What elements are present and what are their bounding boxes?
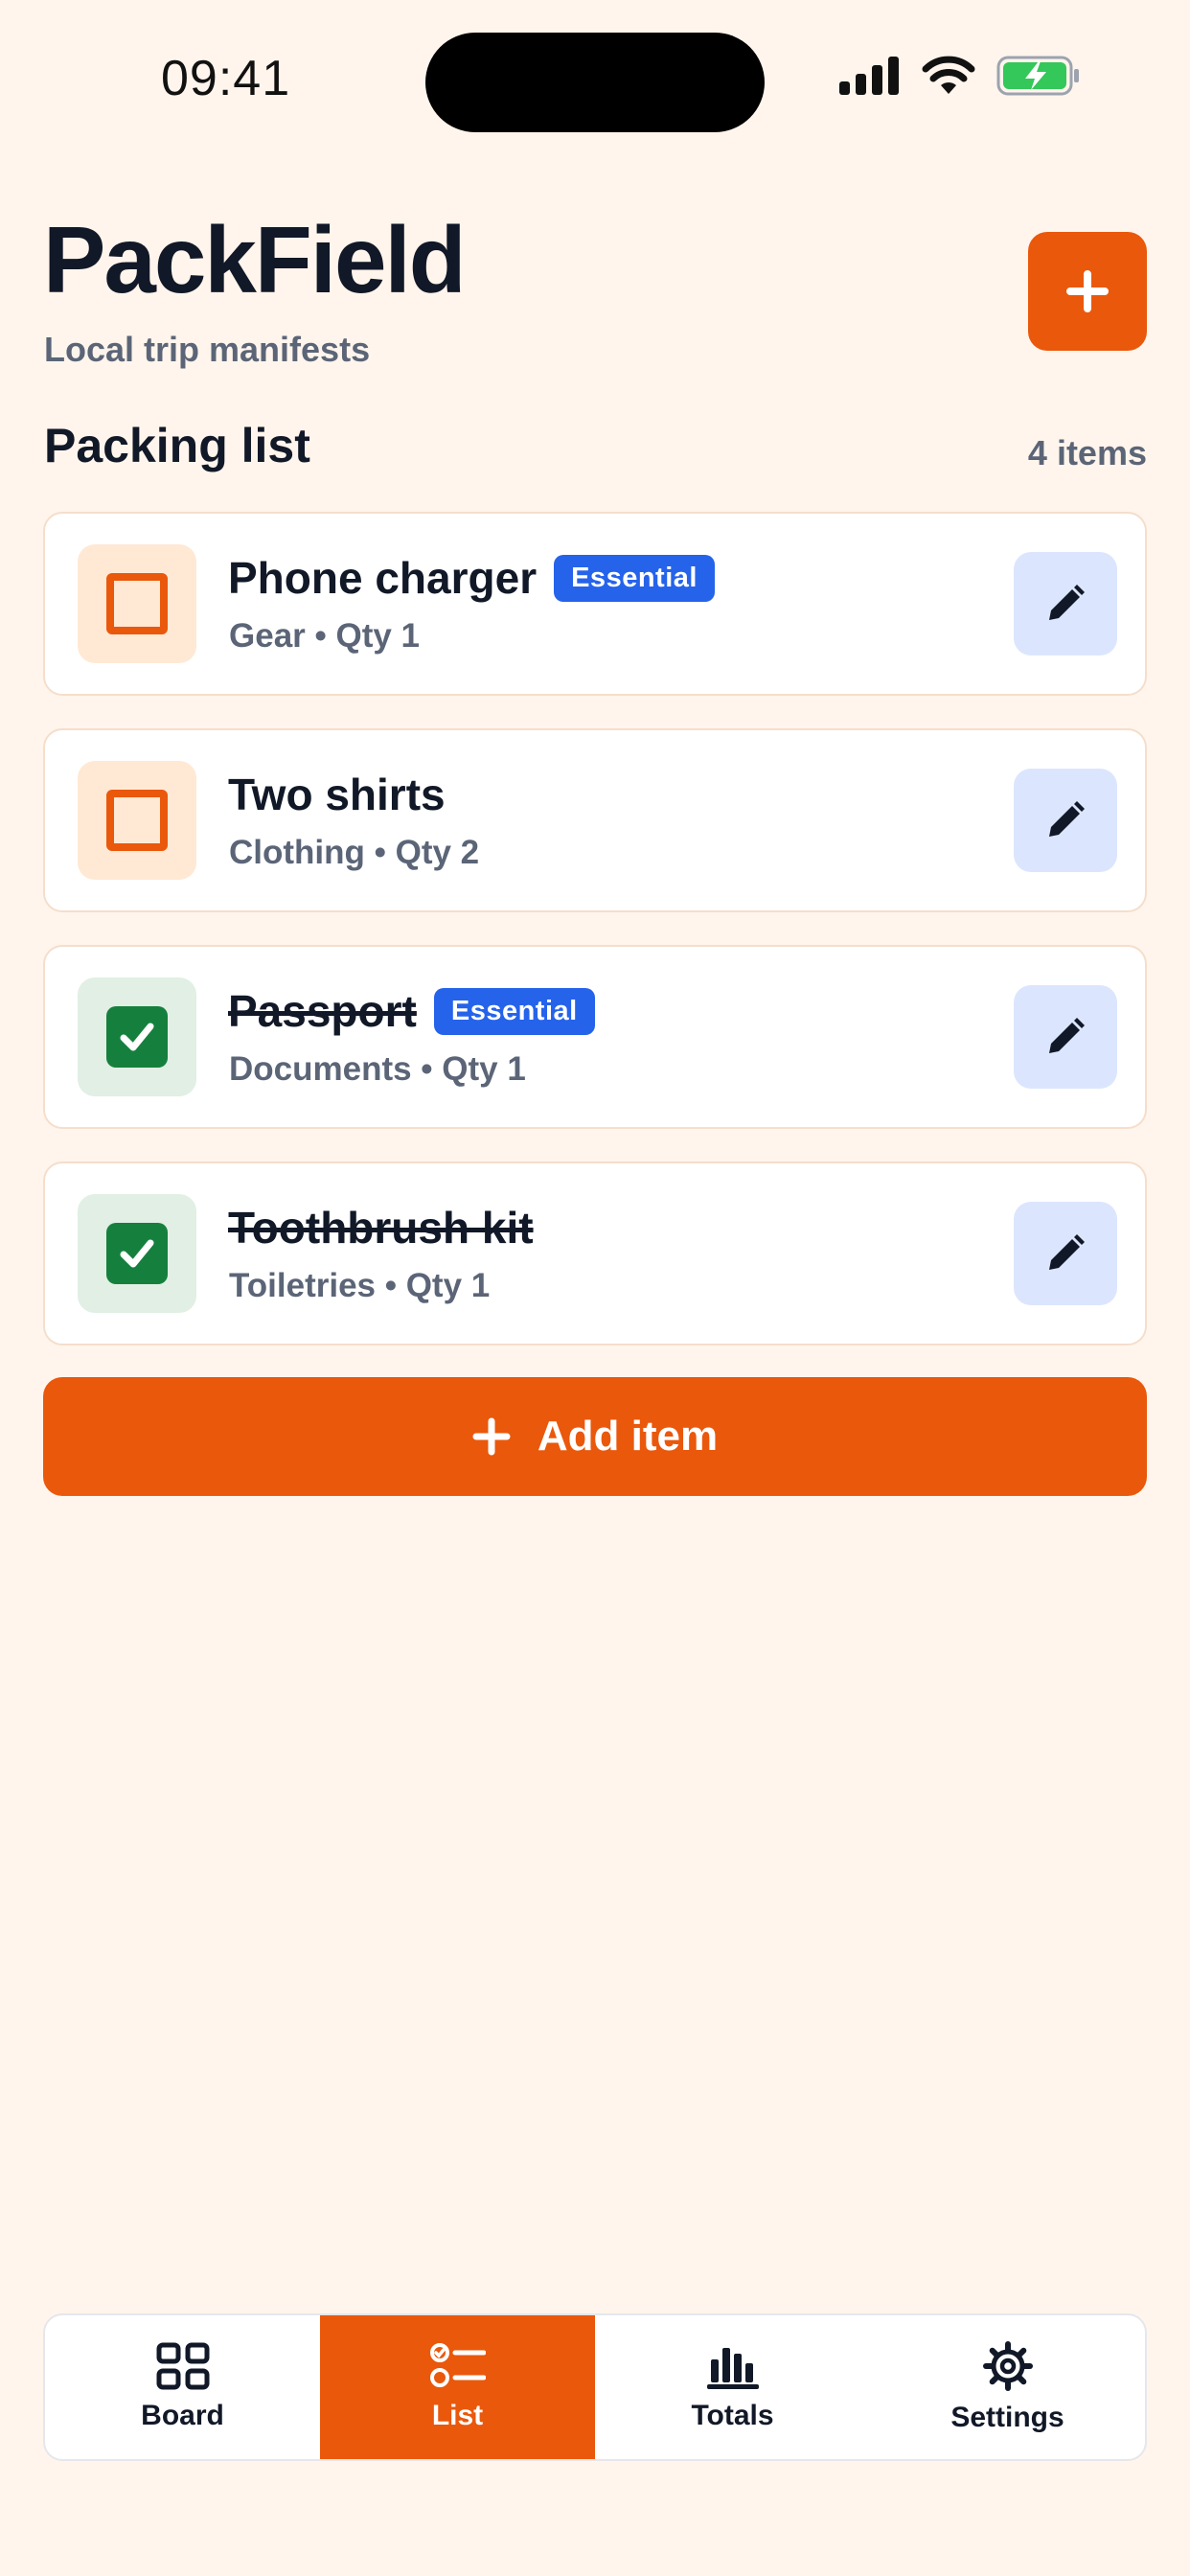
tab-label: Board [141,2400,224,2431]
add-item-label: Add item [537,1413,719,1460]
status-bar: 09:41 [0,0,1190,163]
item-meta: Documents • Qty 1 [229,1050,526,1088]
header-add-button[interactable] [1028,232,1147,351]
item-name: Two shirts [228,770,446,819]
status-time: 09:41 [161,51,291,106]
pencil-icon [1049,585,1085,620]
edit-button[interactable] [1014,985,1117,1089]
checkbox-empty-icon [106,790,168,851]
plus-icon [472,1417,511,1456]
grid-icon [156,2342,209,2390]
status-icons [839,56,1081,96]
item-count: 4 items [1027,433,1147,472]
checkbox-checked-icon [106,1006,168,1068]
section-title: Packing list [44,419,310,472]
edit-button[interactable] [1014,769,1117,872]
item-checkbox[interactable] [78,1194,196,1313]
plus-icon [1066,270,1109,312]
essential-badge: Essential [554,554,715,602]
signal-icon [839,57,899,95]
dynamic-island [425,33,765,132]
essential-badge: Essential [433,987,595,1035]
tab-settings[interactable]: Settings [870,2315,1145,2459]
bar-chart-icon [706,2348,759,2389]
list-item[interactable]: Phone charger Essential Gear • Qty 1 [43,512,1147,696]
tab-list[interactable]: List [320,2315,595,2459]
item-checkbox[interactable] [78,978,196,1096]
pencil-icon [1049,1018,1085,1053]
battery-charging-icon [996,56,1079,96]
edit-button[interactable] [1014,552,1117,656]
tab-label: Totals [691,2400,774,2431]
edit-button[interactable] [1014,1202,1117,1305]
item-name: Passport [228,986,417,1036]
item-meta: Gear • Qty 1 [229,617,421,655]
app-subtitle: Local trip manifests [44,330,371,369]
tab-board[interactable]: Board [45,2315,320,2459]
tab-label: Settings [950,2402,1064,2433]
item-meta: Clothing • Qty 2 [229,834,480,871]
pencil-icon [1049,801,1085,837]
app-title: PackField [43,207,467,312]
item-name: Phone charger [228,553,538,603]
list-item[interactable]: Passport Essential Documents • Qty 1 [43,945,1147,1129]
tab-totals[interactable]: Totals [595,2315,870,2459]
list-item[interactable]: Toothbrush kit Toiletries • Qty 1 [43,1162,1147,1346]
item-meta: Toiletries • Qty 1 [229,1267,491,1304]
item-name: Toothbrush kit [228,1203,534,1253]
add-item-button[interactable]: Add item [43,1377,1147,1496]
pencil-icon [1049,1234,1085,1270]
checkbox-empty-icon [106,573,168,634]
list-item[interactable]: Two shirts Clothing • Qty 2 [43,728,1147,912]
tab-bar: Board List Totals Settings [43,2313,1147,2461]
tab-label: List [431,2400,484,2431]
item-checkbox[interactable] [78,544,196,663]
checkbox-checked-icon [106,1223,168,1284]
item-checkbox[interactable] [78,761,196,880]
gear-icon [982,2341,1033,2391]
checklist-icon [429,2343,486,2387]
wifi-icon [922,56,975,94]
